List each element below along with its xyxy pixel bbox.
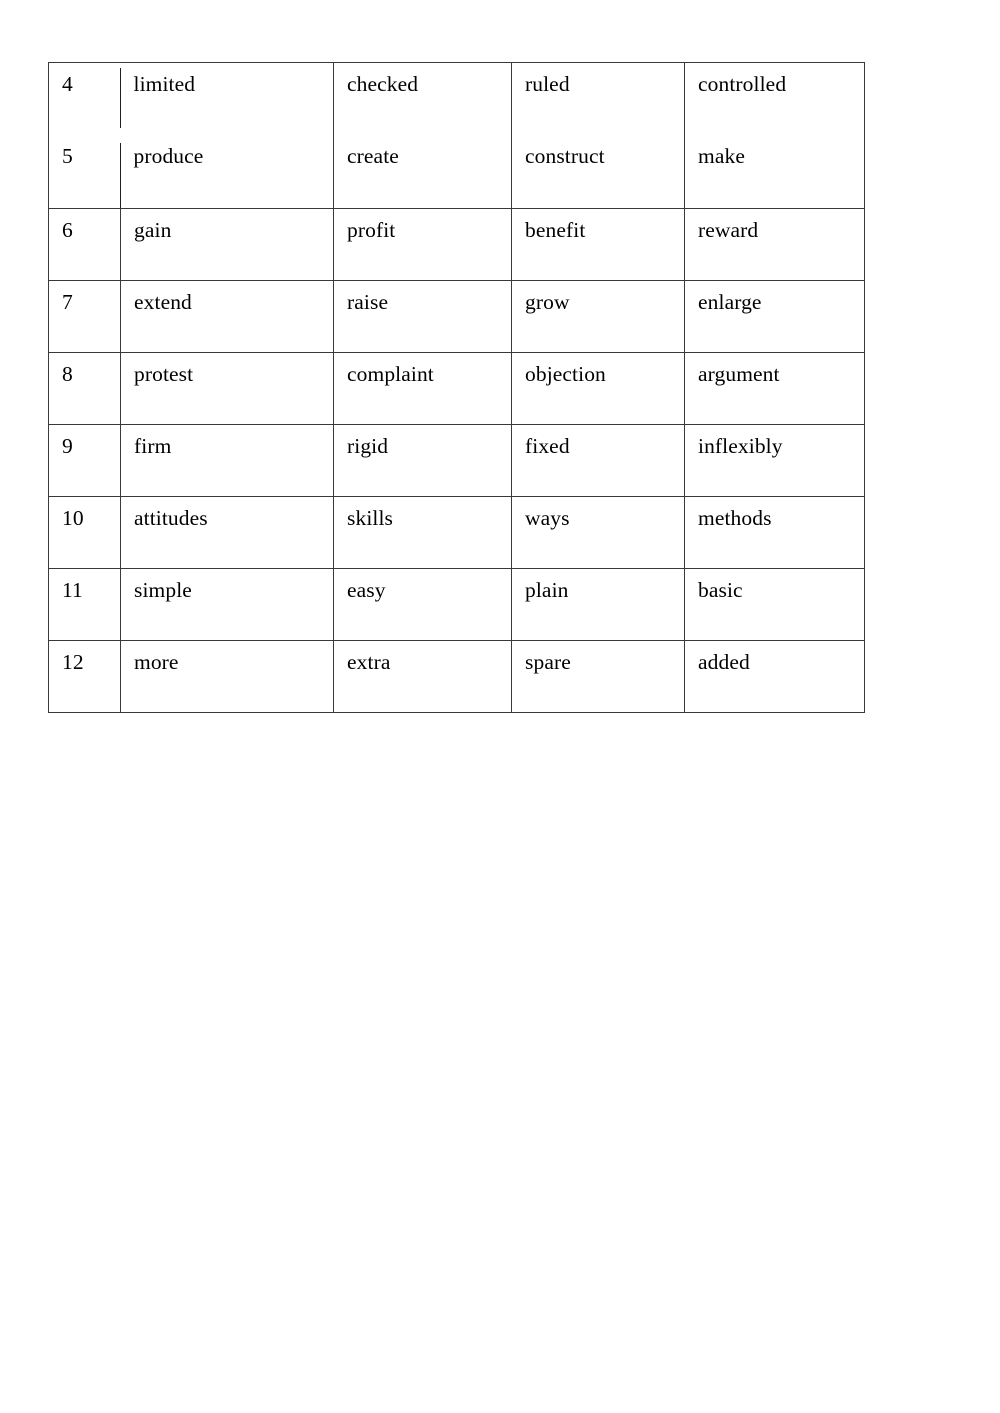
- table-row: 10 attitudes skills ways methods: [48, 496, 865, 569]
- row-number: 9: [48, 424, 121, 497]
- synonym-1: create: [347, 144, 399, 168]
- synonym-3: argument: [684, 352, 865, 425]
- headword: limited: [133, 72, 196, 96]
- synonym-2: construct: [525, 144, 605, 168]
- cell-synonym-3-column: controlled make: [684, 62, 865, 209]
- synonym-3: basic: [684, 568, 865, 641]
- synonym-1: extra: [333, 640, 512, 713]
- row-number: 10: [48, 496, 121, 569]
- synonym-1: complaint: [333, 352, 512, 425]
- headword: firm: [120, 424, 334, 497]
- headword: simple: [120, 568, 334, 641]
- table-row: 9 firm rigid fixed inflexibly: [48, 424, 865, 497]
- row-number: 6: [48, 208, 121, 281]
- synonym-3: reward: [684, 208, 865, 281]
- row-number: 7: [48, 280, 121, 353]
- synonym-1: rigid: [333, 424, 512, 497]
- synonym-2: plain: [511, 568, 685, 641]
- synonym-2: ruled: [525, 72, 570, 96]
- document-page: 4 5 limited produce checked create ruled…: [0, 0, 1000, 1413]
- synonym-2: fixed: [511, 424, 685, 497]
- row-number: 4: [62, 72, 73, 96]
- table-row: 6 gain profit benefit reward: [48, 208, 865, 281]
- synonym-3: enlarge: [684, 280, 865, 353]
- synonym-2: objection: [511, 352, 685, 425]
- table-body: 4 5 limited produce checked create ruled…: [48, 62, 865, 713]
- cell-number-column: 4 5: [48, 62, 121, 209]
- cell-synonym-2-column: ruled construct: [511, 62, 685, 209]
- synonym-3: methods: [684, 496, 865, 569]
- synonym-3: controlled: [698, 72, 787, 96]
- row-number: 12: [48, 640, 121, 713]
- cell-synonym-1-column: checked create: [333, 62, 512, 209]
- cell-headword-column: limited produce: [120, 62, 334, 209]
- synonym-1: checked: [347, 72, 419, 96]
- row-number: 11: [48, 568, 121, 641]
- row-number: 5: [62, 144, 73, 168]
- headword: produce: [133, 144, 204, 168]
- headword: attitudes: [120, 496, 334, 569]
- synonym-3: inflexibly: [684, 424, 865, 497]
- table-row-merged-band: 4 5 limited produce checked create ruled…: [48, 62, 865, 209]
- headword: gain: [120, 208, 334, 281]
- table-row: 12 more extra spare added: [48, 640, 865, 713]
- headword: protest: [120, 352, 334, 425]
- synonym-3: make: [698, 144, 745, 168]
- row-number: 8: [48, 352, 121, 425]
- synonym-1: raise: [333, 280, 512, 353]
- headword: extend: [120, 280, 334, 353]
- synonym-2: ways: [511, 496, 685, 569]
- synonym-2: grow: [511, 280, 685, 353]
- synonym-2: spare: [511, 640, 685, 713]
- synonyms-table: 4 5 limited produce checked create ruled…: [48, 62, 865, 713]
- table-row: 8 protest complaint objection argument: [48, 352, 865, 425]
- headword: more: [120, 640, 334, 713]
- synonym-2: benefit: [511, 208, 685, 281]
- table-row: 7 extend raise grow enlarge: [48, 280, 865, 353]
- synonym-1: skills: [333, 496, 512, 569]
- table-row: 11 simple easy plain basic: [48, 568, 865, 641]
- synonym-1: easy: [333, 568, 512, 641]
- synonym-1: profit: [333, 208, 512, 281]
- synonym-3: added: [684, 640, 865, 713]
